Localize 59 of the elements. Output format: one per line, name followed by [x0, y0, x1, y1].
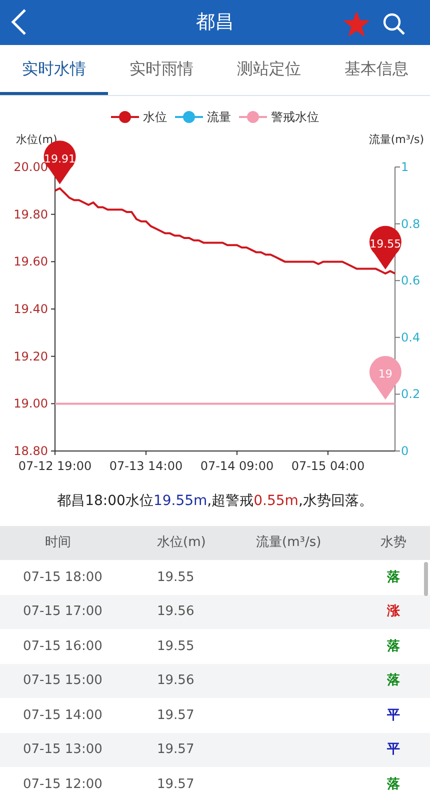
tab[interactable]: 测站定位	[215, 45, 322, 95]
trend-label: 平	[387, 708, 400, 722]
table-cell-text: 07-15 12:00	[22, 776, 104, 794]
page-title: 都昌	[196, 10, 234, 36]
column-header: 水位(m)	[156, 534, 207, 552]
table-cell-text: 19.56	[156, 672, 196, 690]
tick-label: 18.80	[14, 444, 48, 458]
tick-label: 0.2	[401, 387, 420, 402]
tick-label: 19.20	[14, 349, 48, 364]
tab[interactable]: 实时雨情	[108, 45, 215, 95]
table-cell-text: 07-15 18:00	[22, 568, 104, 586]
table-cell-text: 19.55	[156, 568, 196, 586]
tab[interactable]: 基本信息	[322, 45, 430, 95]
axis-title: 流量(m³/s)	[368, 133, 424, 146]
table-cell-text: 19.57	[156, 741, 196, 759]
table-cell-text: 07-15 13:00	[22, 741, 104, 759]
annotation: 19.91	[44, 152, 76, 166]
summary-text: 都昌18:00水位19.55m,超警戒0.55m,水势回落。	[57, 492, 373, 510]
table-cell-text: 07-15 14:00	[22, 706, 104, 724]
tick-label: 0.8	[401, 216, 420, 231]
back-button[interactable]	[10, 8, 28, 36]
tick-label: 19.40	[14, 302, 48, 316]
tick-label: 0.6	[401, 274, 420, 288]
table-cell-text: 19.55	[156, 638, 196, 656]
tick-label: 07-15 04:00	[291, 459, 365, 473]
column-header: 流量(m³/s)	[256, 534, 322, 552]
legend-label[interactable]: 警戒水位	[271, 108, 319, 126]
trend-label: 落	[387, 673, 400, 688]
tick-label: 1	[401, 160, 409, 174]
table-cell-text: 19.57	[156, 706, 196, 724]
column-header: 水势	[380, 534, 408, 552]
value-marker: 19	[369, 356, 402, 400]
trend-label: 落	[387, 570, 400, 584]
tick-label: 0.4	[401, 330, 420, 344]
table-cell-text: 07-15 17:00	[22, 603, 104, 621]
tick-label: 07-14 09:00	[200, 459, 274, 473]
tab[interactable]: 实时水情	[0, 45, 108, 95]
tick-label: 19.00	[14, 396, 48, 411]
trend-label: 涨	[387, 604, 400, 619]
value-marker: 19.55	[369, 226, 402, 270]
tick-label: 07-13 14:00	[109, 459, 183, 473]
table-cell-text: 07-15 16:00	[22, 638, 104, 656]
annotation: 19.55	[370, 238, 402, 250]
trend-label: 落	[387, 638, 400, 654]
tick-label: 07-12 19:00	[18, 459, 92, 473]
search-button[interactable]	[382, 11, 406, 36]
column-header: 时间	[44, 534, 72, 552]
legend-label[interactable]: 水位	[143, 108, 167, 126]
annotation: 19	[378, 368, 392, 381]
trend-label: 平	[387, 742, 400, 757]
legend-label[interactable]: 流量	[207, 108, 231, 126]
scrollbar	[424, 562, 428, 596]
tick-label: 0	[401, 444, 409, 458]
trend-label: 落	[387, 776, 400, 792]
table-cell-text: 19.56	[156, 603, 196, 621]
tick-label: 19.60	[14, 254, 48, 269]
table-cell-text: 07-15 15:00	[22, 672, 104, 690]
tick-label: 19.80	[14, 207, 48, 222]
table-cell-text: 19.57	[156, 776, 196, 794]
